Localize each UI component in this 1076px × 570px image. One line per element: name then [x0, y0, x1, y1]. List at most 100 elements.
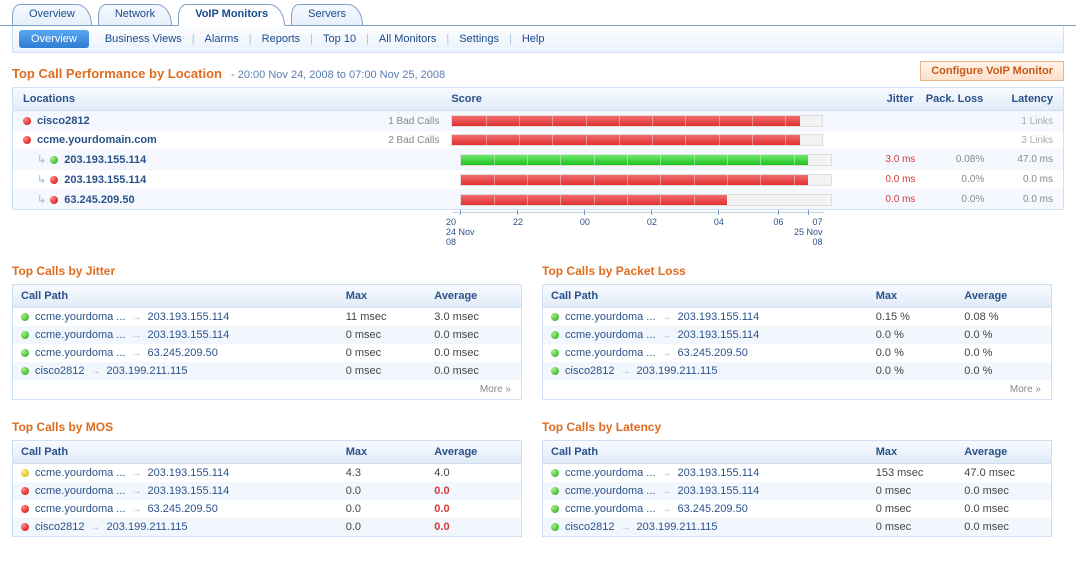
- list-item[interactable]: ccme.yourdoma ...→63.245.209.500 msec0.0…: [543, 500, 1051, 518]
- table-row[interactable]: ccme.yourdomain.com 2 Bad Calls 3 Links: [13, 130, 1063, 149]
- list-item[interactable]: ccme.yourdoma ...→203.193.155.1140.0 %0.…: [543, 326, 1051, 344]
- avg-value: 0.0 %: [964, 365, 1043, 377]
- axis-tick: 02: [647, 210, 657, 227]
- bad-calls-count: 2 Bad Calls: [388, 135, 439, 146]
- links-count[interactable]: 3 Links: [983, 135, 1053, 146]
- more-link[interactable]: More »: [13, 380, 521, 399]
- call-destination: 203.199.211.115: [637, 365, 718, 377]
- status-dot-icon: [21, 313, 29, 321]
- arrow-right-icon: →: [661, 348, 671, 359]
- subnav-alarms[interactable]: Alarms: [195, 33, 249, 45]
- configure-voip-button[interactable]: Configure VoIP Monitor: [920, 61, 1064, 81]
- max-value: 0 msec: [346, 365, 435, 377]
- list-item[interactable]: ccme.yourdoma ...→203.193.155.1140.15 %0…: [543, 308, 1051, 326]
- list-item[interactable]: ccme.yourdoma ...→63.245.209.500 msec0.0…: [13, 344, 521, 362]
- list-item[interactable]: ccme.yourdoma ...→203.193.155.114153 mse…: [543, 464, 1051, 482]
- col-jitter[interactable]: Jitter: [844, 93, 914, 105]
- call-source: ccme.yourdoma ...: [35, 503, 125, 515]
- avg-value: 0.0 msec: [964, 503, 1043, 515]
- sub-nav-active[interactable]: Overview: [19, 30, 89, 48]
- call-source: ccme.yourdoma ...: [35, 485, 125, 497]
- arrow-right-icon: →: [131, 330, 141, 341]
- col-latency[interactable]: Latency: [983, 93, 1053, 105]
- col-max[interactable]: Max: [346, 446, 435, 458]
- list-item[interactable]: ccme.yourdoma ...→63.245.209.500.0 %0.0 …: [543, 344, 1051, 362]
- score-bar: [451, 134, 823, 146]
- jitter-value: 3.0 ms: [847, 154, 916, 165]
- subnav-reports[interactable]: Reports: [252, 33, 311, 45]
- col-avg[interactable]: Average: [964, 446, 1043, 458]
- more-link[interactable]: More »: [543, 380, 1051, 399]
- max-value: 0.15 %: [876, 311, 965, 323]
- list-item[interactable]: ccme.yourdoma ...→203.193.155.1140.00.0: [13, 482, 521, 500]
- max-value: 0 msec: [876, 521, 965, 533]
- table-row[interactable]: cisco28121 Bad Calls1 Links: [13, 111, 1063, 130]
- location-name[interactable]: 63.245.209.50: [64, 194, 134, 206]
- top-tab-network[interactable]: Network: [98, 4, 172, 25]
- list-item[interactable]: cisco2812→203.199.211.1150.0 %0.0 %: [543, 362, 1051, 380]
- max-value: 0.0 %: [876, 347, 965, 359]
- status-dot-icon: [23, 117, 31, 125]
- list-item[interactable]: cisco2812→203.199.211.1150.00.0: [13, 518, 521, 536]
- location-name[interactable]: 203.193.155.114: [64, 154, 146, 166]
- col-path[interactable]: Call Path: [551, 446, 876, 458]
- arrow-right-icon: →: [131, 348, 141, 359]
- table-row[interactable]: ↳203.193.155.1143.0 ms0.08%47.0 ms: [13, 149, 1063, 169]
- col-max[interactable]: Max: [876, 290, 965, 302]
- links-count[interactable]: 1 Links: [983, 116, 1053, 127]
- status-dot-icon: [551, 523, 559, 531]
- arrow-right-icon: →: [621, 366, 631, 377]
- list-item[interactable]: ccme.yourdoma ...→203.193.155.1140 msec0…: [543, 482, 1051, 500]
- col-path[interactable]: Call Path: [21, 446, 346, 458]
- status-dot-icon: [551, 331, 559, 339]
- max-value: 0.0 %: [876, 329, 965, 341]
- col-path[interactable]: Call Path: [551, 290, 876, 302]
- col-path[interactable]: Call Path: [21, 290, 346, 302]
- top-tab-voip-monitors[interactable]: VoIP Monitors: [178, 4, 285, 26]
- col-max[interactable]: Max: [876, 446, 965, 458]
- subnav-all-monitors[interactable]: All Monitors: [369, 33, 446, 45]
- table-row[interactable]: ↳203.193.155.1140.0 ms0.0%0.0 ms: [13, 169, 1063, 189]
- status-dot-icon: [21, 487, 29, 495]
- col-max[interactable]: Max: [346, 290, 435, 302]
- arrow-right-icon: →: [131, 468, 141, 479]
- arrow-right-icon: →: [661, 330, 671, 341]
- subnav-top-10[interactable]: Top 10: [313, 33, 366, 45]
- col-packet-loss[interactable]: Pack. Loss: [914, 93, 984, 105]
- list-item[interactable]: ccme.yourdoma ...→203.193.155.1144.34.0: [13, 464, 521, 482]
- status-dot-icon: [21, 469, 29, 477]
- score-bar: [451, 115, 823, 127]
- subnav-help[interactable]: Help: [512, 33, 555, 45]
- location-name[interactable]: 203.193.155.114: [64, 174, 146, 186]
- call-destination: 203.199.211.115: [107, 365, 188, 377]
- top-tab-servers[interactable]: Servers: [291, 4, 363, 25]
- list-item[interactable]: cisco2812→203.199.211.1150 msec0.0 msec: [13, 362, 521, 380]
- score-bar: [460, 154, 832, 166]
- avg-value: 0.0: [434, 521, 513, 533]
- col-avg[interactable]: Average: [434, 290, 513, 302]
- top-tab-overview[interactable]: Overview: [12, 4, 92, 25]
- call-source: cisco2812: [565, 365, 615, 377]
- subnav-settings[interactable]: Settings: [449, 33, 509, 45]
- list-item[interactable]: ccme.yourdoma ...→63.245.209.500.00.0: [13, 500, 521, 518]
- latency-value: 0.0 ms: [984, 174, 1053, 185]
- child-arrow-icon: ↳: [37, 193, 46, 206]
- call-destination: 203.193.155.114: [677, 329, 759, 341]
- col-locations[interactable]: Locations: [23, 93, 451, 105]
- col-avg[interactable]: Average: [964, 290, 1043, 302]
- call-source: ccme.yourdoma ...: [35, 311, 125, 323]
- list-item[interactable]: ccme.yourdoma ...→203.193.155.11411 msec…: [13, 308, 521, 326]
- col-score[interactable]: Score: [451, 93, 843, 105]
- location-name[interactable]: ccme.yourdomain.com: [37, 134, 157, 146]
- call-destination: 203.193.155.114: [677, 467, 759, 479]
- table-row[interactable]: ↳63.245.209.500.0 ms0.0%0.0 ms: [13, 189, 1063, 209]
- list-item[interactable]: ccme.yourdoma ...→203.193.155.1140 msec0…: [13, 326, 521, 344]
- status-dot-icon: [551, 487, 559, 495]
- call-destination: 203.193.155.114: [147, 467, 229, 479]
- location-name[interactable]: cisco2812: [37, 115, 90, 127]
- subnav-business-views[interactable]: Business Views: [95, 33, 192, 45]
- arrow-right-icon: →: [661, 312, 671, 323]
- avg-value: 0.0: [434, 485, 513, 497]
- col-avg[interactable]: Average: [434, 446, 513, 458]
- list-item[interactable]: cisco2812→203.199.211.1150 msec0.0 msec: [543, 518, 1051, 536]
